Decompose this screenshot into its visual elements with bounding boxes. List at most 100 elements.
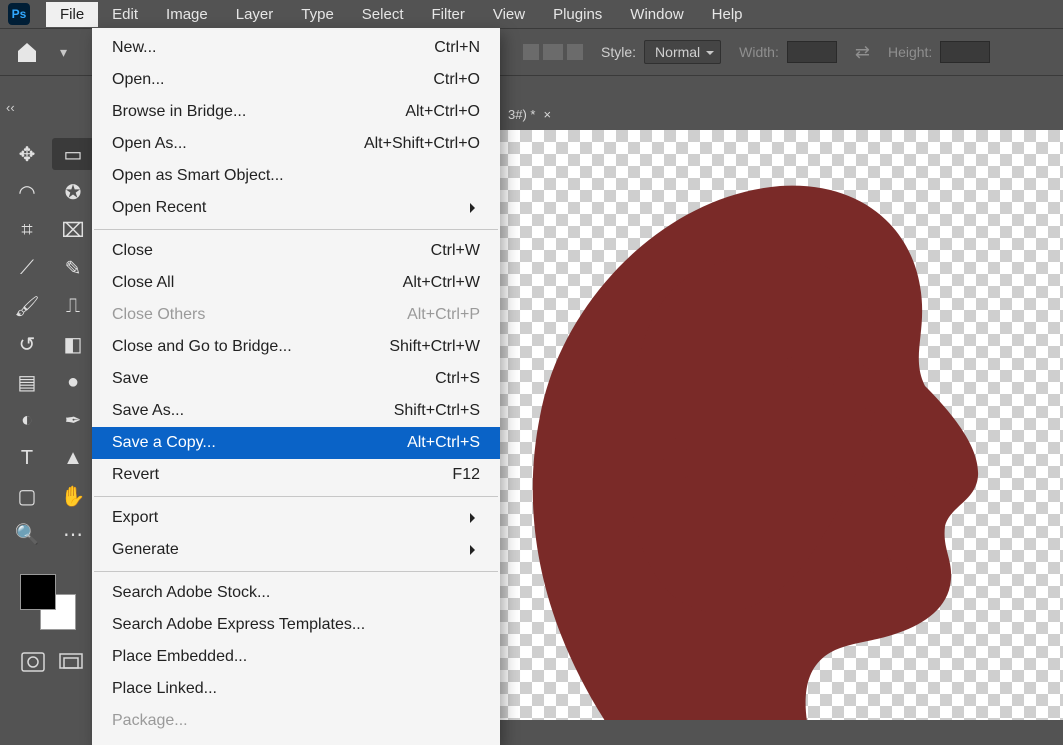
menu-item-search-adobe-stock[interactable]: Search Adobe Stock... <box>92 577 500 609</box>
width-field[interactable] <box>787 41 837 63</box>
type-tool[interactable]: T <box>6 442 48 474</box>
menu-item-close-all[interactable]: Close All Alt+Ctrl+W <box>92 267 500 299</box>
eraser-tool-icon: ◧ <box>64 332 83 357</box>
menu-item-label: Package... <box>112 709 188 733</box>
zoom-tool[interactable]: 🔍 <box>6 518 48 550</box>
menu-item-label: Close All <box>112 271 174 295</box>
menu-item-shortcut: Ctrl+N <box>434 36 480 60</box>
menu-item-close-and-go-to-bridge[interactable]: Close and Go to Bridge...Shift+Ctrl+W <box>92 331 500 363</box>
hand-tool[interactable]: ✋ <box>52 480 94 512</box>
quick-select-tool[interactable]: ✪ <box>52 176 94 208</box>
document-tab[interactable]: 3#) * × <box>498 103 561 126</box>
eraser-tool[interactable]: ◧ <box>52 328 94 360</box>
move-tool[interactable]: ✥ <box>6 138 48 170</box>
lasso-tool-icon: ◠ <box>18 180 35 205</box>
menu-type[interactable]: Type <box>287 2 348 27</box>
home-icon[interactable] <box>12 39 42 65</box>
menu-item-place-embedded[interactable]: Place Embedded... <box>92 641 500 673</box>
frame-tool-icon: ⌧ <box>61 218 84 243</box>
more-tools[interactable]: ⋯ <box>52 518 94 550</box>
path-select-tool[interactable]: ▲ <box>52 442 94 474</box>
close-tab-icon[interactable]: × <box>543 107 551 122</box>
menu-select[interactable]: Select <box>348 2 418 27</box>
app-logo: Ps <box>8 3 30 25</box>
rectangle-tool[interactable]: ▢ <box>6 480 48 512</box>
style-select[interactable]: Normal <box>644 40 721 64</box>
menu-item-shortcut: Alt+Ctrl+S <box>407 431 480 455</box>
canvas-artwork <box>480 156 1000 720</box>
swap-dimensions-icon[interactable]: ⇄ <box>855 42 870 63</box>
menu-item-place-linked[interactable]: Place Linked... <box>92 673 500 705</box>
menu-item-label: Save a Copy... <box>112 431 216 455</box>
more-tools-icon: ⋯ <box>63 522 83 547</box>
menu-item-shortcut: Alt+Shift+Ctrl+O <box>364 132 480 156</box>
blur-tool[interactable]: ● <box>52 366 94 398</box>
menu-layer[interactable]: Layer <box>222 2 288 27</box>
crop-tool[interactable]: ⌗ <box>6 214 48 246</box>
zoom-tool-icon: 🔍 <box>15 522 40 547</box>
menu-item-label: Place Embedded... <box>112 645 247 669</box>
panel-collapse-icon[interactable]: ‹‹ <box>6 100 15 115</box>
menu-window[interactable]: Window <box>616 2 697 27</box>
menu-file[interactable]: File <box>46 2 98 27</box>
tool-preset-chevron[interactable]: ▾ <box>60 44 67 61</box>
menu-item-label: Open... <box>112 68 164 92</box>
menu-item-search-adobe-express-templates[interactable]: Search Adobe Express Templates... <box>92 609 500 641</box>
height-field[interactable] <box>940 41 990 63</box>
menu-item-generate[interactable]: Generate <box>92 534 500 566</box>
gradient-tool[interactable]: ▤ <box>6 366 48 398</box>
quick-mask-icon[interactable] <box>19 650 47 674</box>
healing-brush-tool[interactable]: ✎ <box>52 252 94 284</box>
menu-item-shortcut: Alt+Ctrl+W <box>403 271 480 295</box>
menu-item-export[interactable]: Export <box>92 502 500 534</box>
dodge-tool[interactable]: ◐ <box>6 404 48 436</box>
foreground-color-swatch[interactable] <box>20 574 56 610</box>
menu-plugins[interactable]: Plugins <box>539 2 616 27</box>
menu-item-shortcut: Ctrl+O <box>433 68 480 92</box>
menu-edit[interactable]: Edit <box>98 2 152 27</box>
menu-image[interactable]: Image <box>152 2 222 27</box>
file-menu-dropdown: New...Ctrl+N Open... Ctrl+O Browse in Bridg… <box>92 28 500 745</box>
menu-item-close[interactable]: CloseCtrl+W <box>92 235 500 267</box>
menu-item-label: Open as Smart Object... <box>112 164 284 188</box>
menu-item-open-as-smart-object[interactable]: Open as Smart Object... <box>92 160 500 192</box>
screen-mode-icon[interactable] <box>57 650 85 674</box>
menu-item-package: Package... <box>92 705 500 737</box>
menu-item-new[interactable]: New...Ctrl+N <box>92 32 500 64</box>
menu-item-revert[interactable]: RevertF12 <box>92 459 500 491</box>
menu-item-label: Close and Go to Bridge... <box>112 335 292 359</box>
menu-item-open-recent[interactable]: Open Recent <box>92 192 500 224</box>
clone-stamp-tool-icon: ⎍ <box>66 295 80 318</box>
menu-filter[interactable]: Filter <box>418 2 479 27</box>
menu-item-label: Save <box>112 367 148 391</box>
menu-item-label: Open As... <box>112 132 187 156</box>
menu-help[interactable]: Help <box>698 2 757 27</box>
menu-item-close-others: Close OthersAlt+Ctrl+P <box>92 299 500 331</box>
menu-separator <box>94 496 498 497</box>
crop-tool-icon: ⌗ <box>21 219 32 242</box>
foreground-background-swatch[interactable] <box>20 574 76 630</box>
eyedropper-tool[interactable]: ⟋ <box>6 252 48 284</box>
menu-item-save-as[interactable]: Save As...Shift+Ctrl+S <box>92 395 500 427</box>
quick-select-tool-icon: ✪ <box>65 180 82 205</box>
menu-item-open[interactable]: Open... Ctrl+O <box>92 64 500 96</box>
menu-item-label: Close Others <box>112 303 205 327</box>
lasso-tool[interactable]: ◠ <box>6 176 48 208</box>
frame-tool[interactable]: ⌧ <box>52 214 94 246</box>
document-tab-title: 3#) * <box>508 107 535 122</box>
history-brush-tool[interactable]: ↺ <box>6 328 48 360</box>
submenu-arrow-icon <box>470 545 480 555</box>
brush-tool[interactable]: 🖌 <box>6 290 48 322</box>
menu-view[interactable]: View <box>479 2 539 27</box>
menu-item-save[interactable]: SaveCtrl+S <box>92 363 500 395</box>
menu-item-browse-in-bridge[interactable]: Browse in Bridge...Alt+Ctrl+O <box>92 96 500 128</box>
menu-item-shortcut: Shift+Ctrl+S <box>394 399 480 423</box>
marquee-tool[interactable]: ▭ <box>52 138 94 170</box>
menu-item-shortcut: Alt+Ctrl+O <box>405 100 480 124</box>
menu-item-label: Close <box>112 239 153 263</box>
clone-stamp-tool[interactable]: ⎍ <box>52 290 94 322</box>
menu-item-open-as[interactable]: Open As... Alt+Shift+Ctrl+O <box>92 128 500 160</box>
height-label: Height: <box>888 44 932 60</box>
menu-item-save-a-copy[interactable]: Save a Copy... Alt+Ctrl+S <box>92 427 500 459</box>
pen-tool[interactable]: ✒ <box>52 404 94 436</box>
